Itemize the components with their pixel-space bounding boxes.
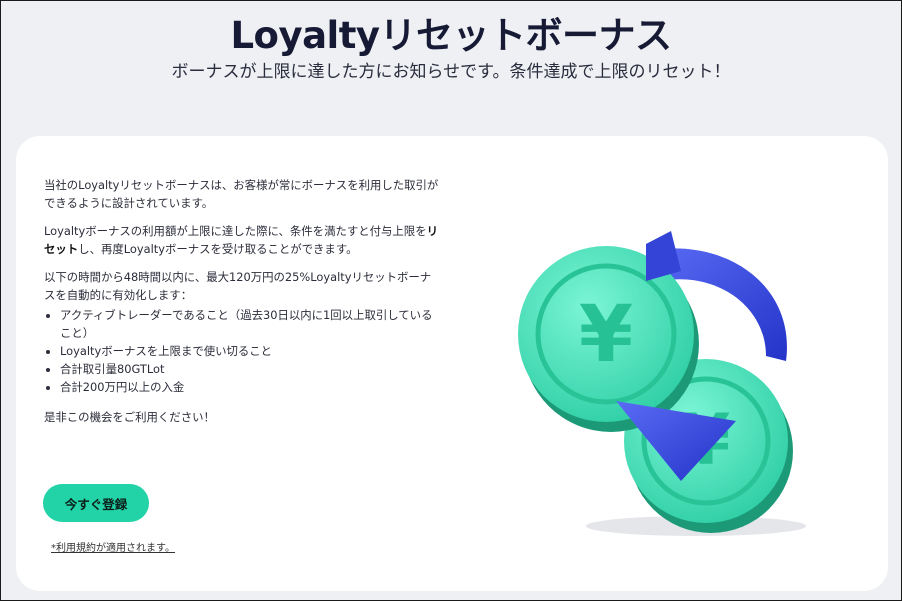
reset-paragraph: Loyaltyボーナスの利用額が上限に達した際に、条件を満たすと付与上限をリセッ… [44,222,439,258]
conditions-intro: 以下の時間から48時間以内に、最大120万円の25%Loyaltyリセットボーナ… [44,270,432,302]
closing-text: 是非この機会をご利用ください！ [44,410,215,424]
page-title: Loyaltyリセットボーナス [230,14,672,57]
condition-item: Loyaltyボーナスを上限まで使い切ること [60,342,439,360]
svg-text:¥: ¥ [579,290,633,380]
yen-reset-illustration: ¥ ¥ [518,231,806,536]
register-now-button[interactable]: 今すぐ登録 [43,484,149,522]
conditions-list: アクティブトレーダーであること（過去30日以内に1回以上取引していること） Lo… [44,306,439,396]
intro-paragraph: 当社のLoyaltyリセットボーナスは、お客様が常にボーナスを利用した取引ができ… [44,178,439,210]
description-text: 当社のLoyaltyリセットボーナスは、お客様が常にボーナスを利用した取引ができ… [44,176,439,436]
condition-item: アクティブトレーダーであること（過去30日以内に1回以上取引していること） [60,306,439,342]
condition-item: 合計取引量80GTLot [60,360,439,378]
reset-text-end: し、再度Loyaltyボーナスを受け取ることができます。 [78,242,358,256]
condition-item: 合計200万円以上の入金 [60,378,439,396]
reset-text-start: Loyaltyボーナスの利用額が上限に達した際に、条件を満たすと付与上限を [44,224,427,238]
terms-link[interactable]: *利用規約が適用されます。 [51,539,175,554]
content-card: 当社のLoyaltyリセットボーナスは、お客様が常にボーナスを利用した取引ができ… [16,136,888,591]
page-subtitle: ボーナスが上限に達した方にお知らせです。条件達成で上限のリセット！ [171,62,731,82]
